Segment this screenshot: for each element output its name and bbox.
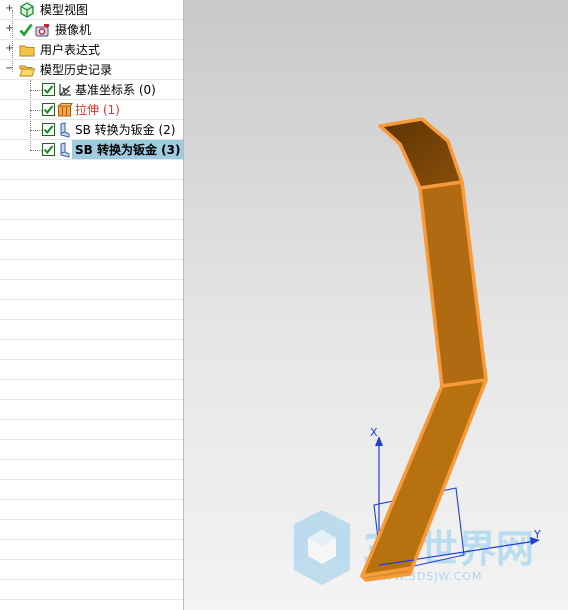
expand-plus-icon[interactable]: + <box>5 4 14 14</box>
empty-row <box>0 360 183 380</box>
tree-item-label: SB 转换为钣金 (2) <box>75 123 176 137</box>
tree-item-model-views[interactable]: + 模型视图 <box>0 0 183 20</box>
axis-x-label: X <box>370 426 378 439</box>
empty-row <box>0 160 183 180</box>
extrude-icon <box>57 103 73 117</box>
empty-row <box>0 480 183 500</box>
empty-row <box>0 280 183 300</box>
tree-item-user-expressions[interactable]: + 用户表达式 <box>0 40 183 60</box>
expand-plus-icon[interactable]: + <box>5 24 14 34</box>
empty-row <box>0 560 183 580</box>
model-view-icon <box>20 2 34 18</box>
empty-row <box>0 580 183 600</box>
empty-row <box>0 200 183 220</box>
empty-row <box>0 340 183 360</box>
empty-row <box>0 420 183 440</box>
tree-item-model-history[interactable]: − 模型历史记录 <box>0 60 183 80</box>
tree-item-label: SB 转换为钣金 (3) <box>75 143 181 157</box>
watermark-logo <box>294 510 350 585</box>
empty-row <box>0 440 183 460</box>
visibility-checkbox[interactable] <box>42 83 55 96</box>
empty-row <box>0 400 183 420</box>
sheet-metal-icon <box>60 142 70 158</box>
empty-row <box>0 540 183 560</box>
empty-row <box>0 520 183 540</box>
model-canvas: 3D世界网 WWW.3DSJW.COM X Y <box>294 117 541 585</box>
empty-row <box>0 380 183 400</box>
empty-row <box>0 300 183 320</box>
empty-row <box>0 320 183 340</box>
graphics-window[interactable]: 3D世界网 WWW.3DSJW.COM X Y <box>184 0 568 610</box>
visibility-checkbox[interactable] <box>42 143 55 156</box>
part-navigator: + 模型视图 + 摄像机 + 用户表达式 − 模型历史记录 基准坐标系 (0) … <box>0 0 184 610</box>
tree-item-convert-sheet-metal[interactable]: SB 转换为钣金 (2) <box>0 120 183 140</box>
part-top-face <box>378 117 464 190</box>
empty-row <box>0 220 183 240</box>
visibility-checkbox[interactable] <box>42 103 55 116</box>
folder-open-icon <box>19 65 35 77</box>
tree-item-datum-csys[interactable]: 基准坐标系 (0) <box>0 80 183 100</box>
tree-item-label: 拉伸 (1) <box>75 103 120 117</box>
tree-item-label: 基准坐标系 (0) <box>75 83 156 97</box>
check-icon <box>19 23 33 37</box>
empty-row <box>0 500 183 520</box>
folder-icon <box>19 45 35 57</box>
sheet-metal-icon <box>60 122 70 138</box>
tree-item-label: 模型视图 <box>40 3 89 17</box>
expand-plus-icon[interactable]: + <box>5 44 14 54</box>
tree-item-label: 用户表达式 <box>40 43 101 57</box>
empty-row <box>0 460 183 480</box>
tree-item-extrude[interactable]: 拉伸 (1) <box>0 100 183 120</box>
datum-csys-icon <box>59 84 71 96</box>
collapse-minus-icon[interactable]: − <box>5 64 14 74</box>
tree-item-cameras[interactable]: + 摄像机 <box>0 20 183 40</box>
empty-row <box>0 600 183 610</box>
empty-row <box>0 180 183 200</box>
camera-icon <box>35 24 49 37</box>
part-upper-face <box>418 180 488 388</box>
axis-y-label: Y <box>533 528 541 541</box>
empty-row <box>0 260 183 280</box>
tree-item-label: 模型历史记录 <box>40 63 113 77</box>
empty-row <box>0 240 183 260</box>
sheet-metal-part[interactable] <box>360 117 488 582</box>
tree-item-label: 摄像机 <box>55 23 92 37</box>
tree-item-convert-sheet-metal-selected[interactable]: SB 转换为钣金 (3) <box>0 140 183 160</box>
visibility-checkbox[interactable] <box>42 123 55 136</box>
